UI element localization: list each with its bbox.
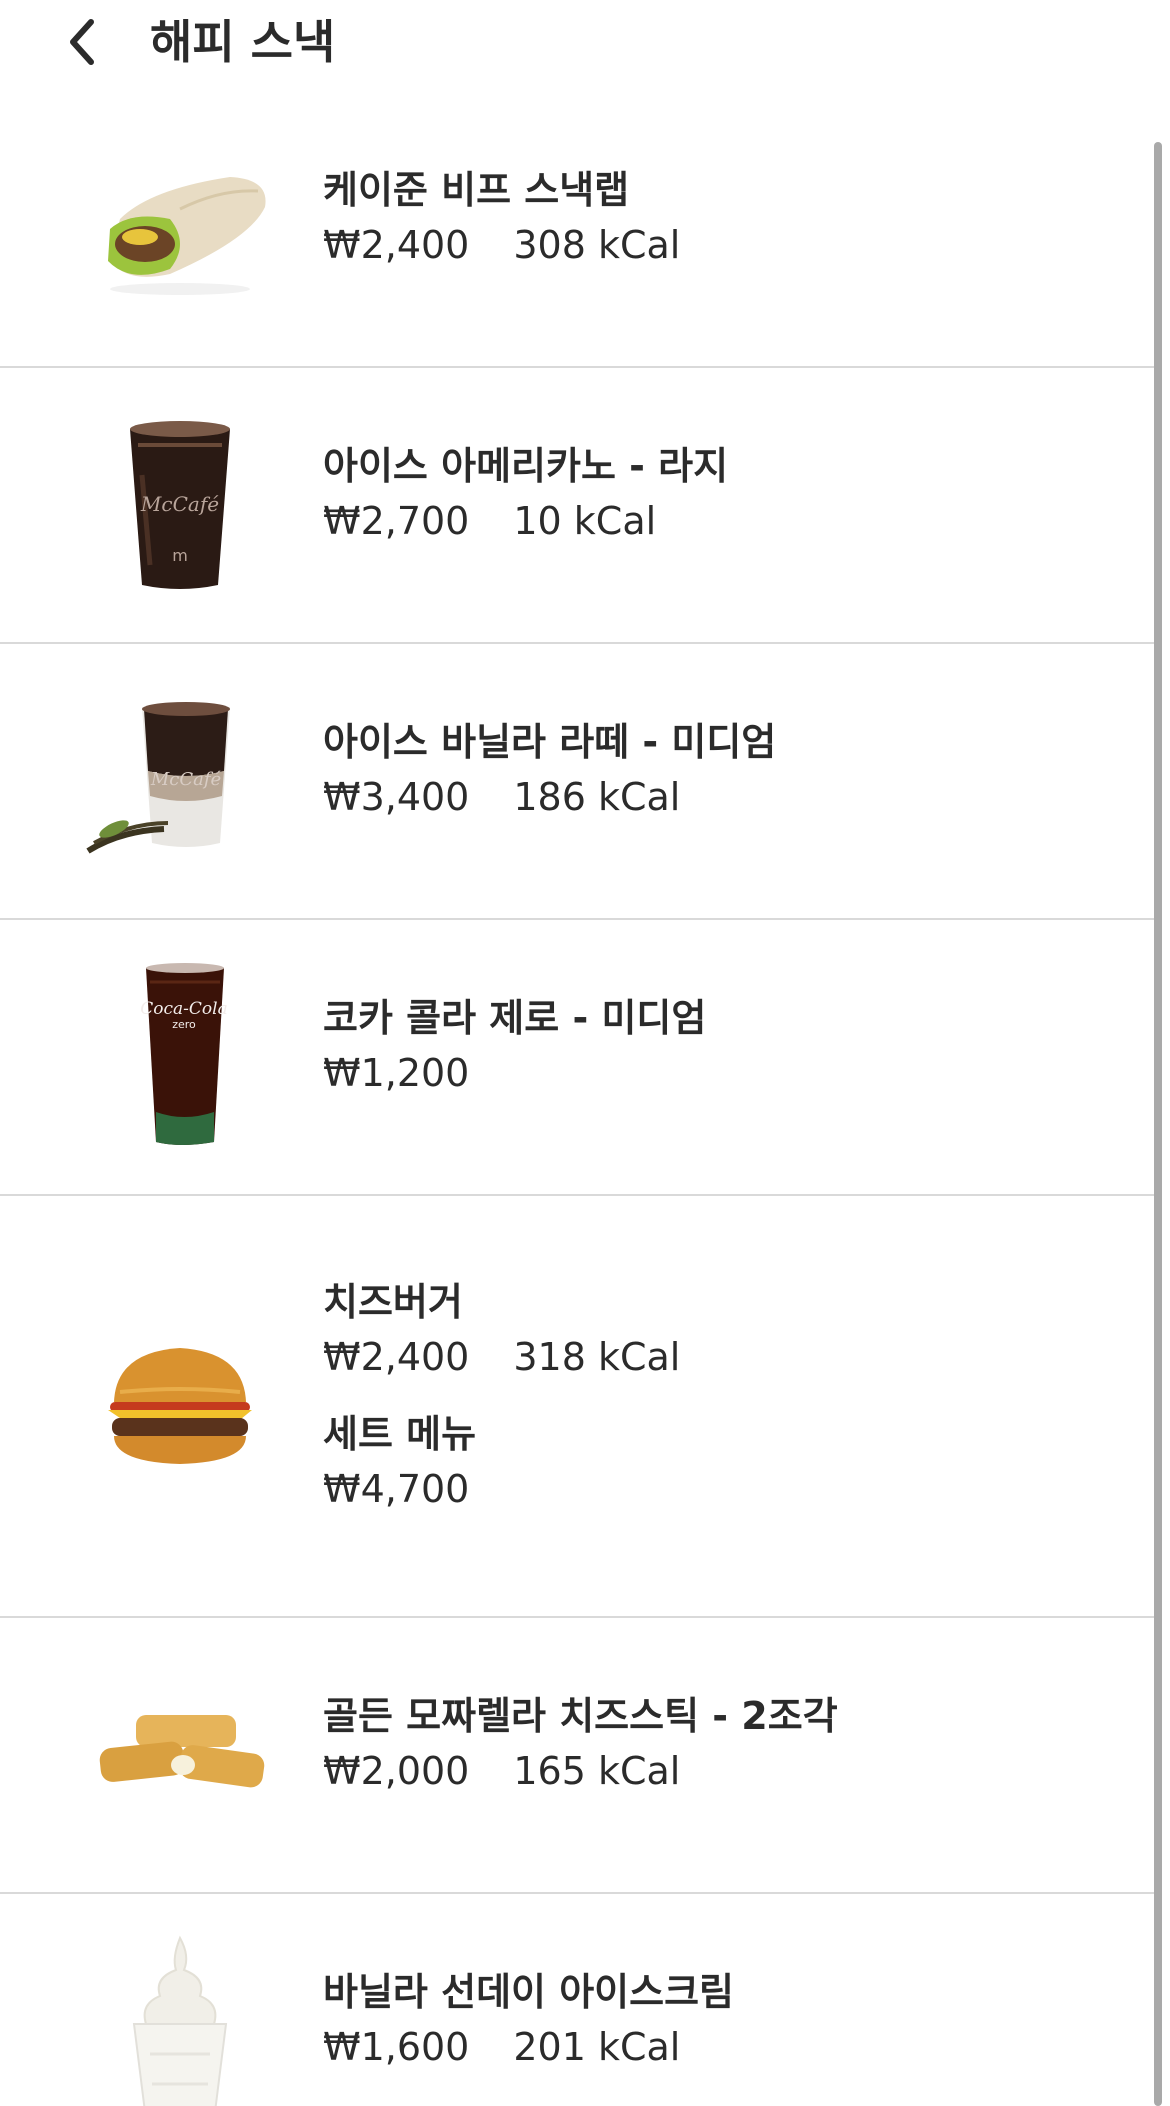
chevron-left-icon[interactable] <box>65 16 99 72</box>
item-info: 아이스 아메리카노 - 라지 ₩2,700 10 kCal <box>323 440 728 550</box>
item-meta: ₩2,000 165 kCal <box>323 1742 838 1800</box>
page-title: 해피 스낵 <box>150 15 336 69</box>
item-meta: ₩2,700 10 kCal <box>323 492 728 550</box>
item-price: ₩2,000 <box>323 1749 470 1793</box>
set-menu-price: ₩4,700 <box>323 1467 470 1511</box>
item-name: 아이스 아메리카노 - 라지 <box>323 444 729 488</box>
item-meta: ₩2,400 308 kCal <box>323 216 680 274</box>
item-price: ₩2,700 <box>323 499 470 543</box>
item-name: 치즈버거 <box>323 1280 463 1324</box>
cheeseburger-image <box>70 1312 290 1502</box>
cheese-sticks-image <box>70 1660 290 1850</box>
menu-item[interactable]: 바닐라 선데이 아이스크림 ₩1,600 201 kCal <box>0 1894 1158 2106</box>
cup-label: McCafé <box>140 492 219 516</box>
item-price: ₩2,400 <box>323 1335 470 1379</box>
menu-item[interactable]: 케이준 비프 스낵랩 ₩2,400 308 kCal <box>0 92 1158 368</box>
cup-sub-label: zero <box>172 1018 196 1031</box>
item-kcal: 165 kCal <box>513 1749 681 1793</box>
item-kcal: 318 kCal <box>513 1335 681 1379</box>
item-meta: ₩3,400 186 kCal <box>323 768 776 826</box>
set-menu-block[interactable]: 세트 메뉴 ₩4,700 <box>323 1408 680 1518</box>
svg-text:m: m <box>172 546 188 565</box>
item-price: ₩3,400 <box>323 775 470 819</box>
item-price: ₩1,600 <box>323 2025 470 2069</box>
wrap-image <box>70 134 290 324</box>
item-info: 케이준 비프 스낵랩 ₩2,400 308 kCal <box>323 164 680 274</box>
sundae-image <box>70 1934 290 2106</box>
item-kcal: 10 kCal <box>513 499 657 543</box>
back-button[interactable] <box>56 14 108 74</box>
menu-list: 케이준 비프 스낵랩 ₩2,400 308 kCal McCafé m 아이스 아… <box>0 92 1158 2106</box>
menu-item[interactable]: Coca-Cola zero 코카 콜라 제로 - 미디엄 ₩1,200 <box>0 920 1158 1196</box>
item-info: 코카 콜라 제로 - 미디엄 ₩1,200 <box>323 992 706 1102</box>
item-kcal: 308 kCal <box>513 223 681 267</box>
item-price: ₩2,400 <box>323 223 470 267</box>
item-info: 치즈버거 ₩2,400 318 kCal 세트 메뉴 ₩4,700 <box>323 1276 680 1518</box>
item-name: 코카 콜라 제로 - 미디엄 <box>323 996 707 1040</box>
item-meta: ₩1,200 <box>323 1044 706 1102</box>
coke-zero-image: Coca-Cola zero <box>70 962 290 1152</box>
menu-item[interactable]: McCafé 아이스 바닐라 라떼 - 미디엄 ₩3,400 186 kCal <box>0 644 1158 920</box>
item-price: ₩1,200 <box>323 1051 470 1095</box>
iced-coffee-image: McCafé m <box>70 410 290 600</box>
item-kcal: 186 kCal <box>513 775 681 819</box>
app-header: 해피 스낵 <box>0 0 1170 90</box>
item-kcal: 201 kCal <box>513 2025 681 2069</box>
set-menu-label: 세트 메뉴 <box>323 1412 477 1456</box>
scrollbar[interactable] <box>1154 142 1162 2106</box>
menu-item[interactable]: 골든 모짜렐라 치즈스틱 - 2조각 ₩2,000 165 kCal <box>0 1618 1158 1894</box>
item-name: 아이스 바닐라 라떼 - 미디엄 <box>323 720 777 764</box>
item-name: 바닐라 선데이 아이스크림 <box>323 1970 735 2014</box>
menu-item[interactable]: 치즈버거 ₩2,400 318 kCal 세트 메뉴 ₩4,700 <box>0 1196 1158 1618</box>
item-info: 바닐라 선데이 아이스크림 ₩1,600 201 kCal <box>323 1966 734 2076</box>
item-info: 골든 모짜렐라 치즈스틱 - 2조각 ₩2,000 165 kCal <box>323 1690 838 1800</box>
item-name: 케이준 비프 스낵랩 <box>323 168 630 212</box>
item-name: 골든 모짜렐라 치즈스틱 - 2조각 <box>323 1694 838 1738</box>
item-meta: ₩1,600 201 kCal <box>323 2018 734 2076</box>
item-meta: ₩2,400 318 kCal <box>323 1328 680 1386</box>
cup-label: Coca-Cola <box>140 999 227 1019</box>
vanilla-latte-image: McCafé <box>70 686 290 876</box>
item-info: 아이스 바닐라 라떼 - 미디엄 ₩3,400 186 kCal <box>323 716 776 826</box>
cup-label: McCafé <box>150 769 222 790</box>
menu-item[interactable]: McCafé m 아이스 아메리카노 - 라지 ₩2,700 10 kCal <box>0 368 1158 644</box>
